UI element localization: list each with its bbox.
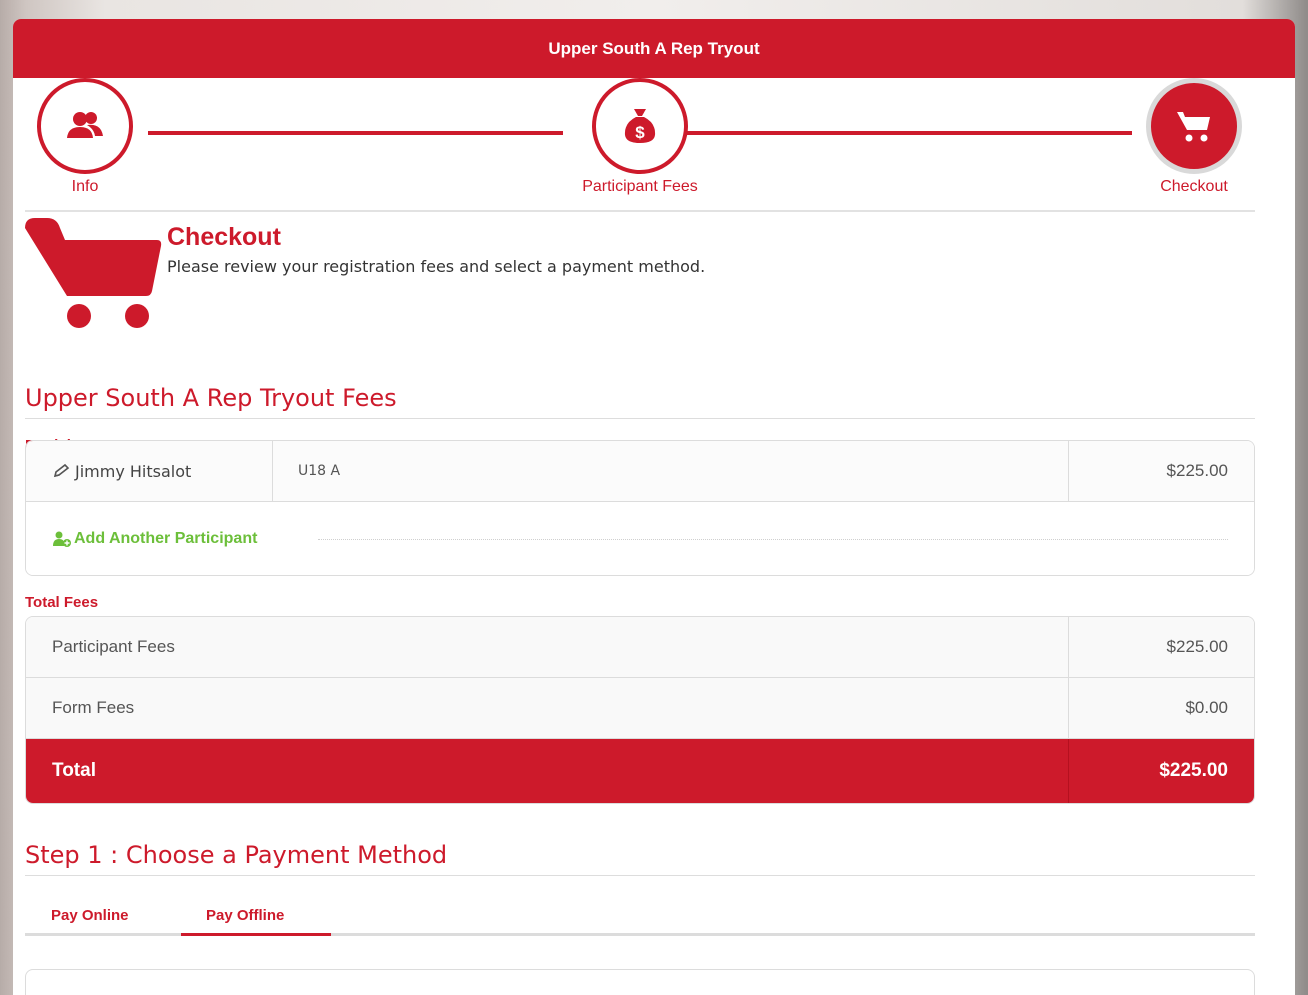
fees-section-title: Upper South A Rep Tryout Fees xyxy=(25,384,397,412)
fee-row-label: Participant Fees xyxy=(52,637,175,656)
table-row: Jimmy Hitsalot U18 A $225.00 xyxy=(26,441,1254,502)
fee-row-label: Form Fees xyxy=(52,698,135,717)
total-row: Total $225.00 xyxy=(26,739,1254,803)
total-fees-label: Total Fees xyxy=(25,594,99,611)
participant-name-cell[interactable]: Jimmy Hitsalot xyxy=(26,441,273,501)
divider xyxy=(25,418,1255,419)
pencil-icon[interactable] xyxy=(52,463,72,479)
total-amount: $225.00 xyxy=(1068,739,1254,803)
users-icon xyxy=(67,112,103,138)
step-checkout-label: Checkout xyxy=(1160,178,1228,195)
add-participant-label: Add Another Participant xyxy=(74,530,258,547)
participant-division: U18 A xyxy=(298,463,341,479)
total-fees-table: Participant Fees $225.00 Form Fees $0.00… xyxy=(25,616,1255,804)
fee-row-amount: $225.00 xyxy=(1068,617,1254,677)
step-checkout-circle[interactable] xyxy=(1146,78,1242,174)
add-participant-row: Add Another Participant xyxy=(26,502,1254,575)
total-label: Total xyxy=(52,760,96,781)
step-info-label: Info xyxy=(71,178,99,195)
progress-stepper: Info $ Participant Fees Checkout xyxy=(25,78,1255,195)
cart-icon xyxy=(1177,112,1210,142)
step-info-circle[interactable] xyxy=(37,78,133,174)
add-participant-link[interactable]: Add Another Participant xyxy=(52,530,257,548)
table-row: Participant Fees $225.00 xyxy=(26,617,1254,678)
card-header: Upper South A Rep Tryout xyxy=(13,19,1295,78)
tab-pay-offline[interactable]: Pay Offline xyxy=(206,907,284,924)
participant-fees-table: Jimmy Hitsalot U18 A $225.00 Add Another… xyxy=(25,440,1255,576)
money-bag-icon: $ xyxy=(624,109,656,143)
cart-icon xyxy=(25,218,165,335)
divider xyxy=(25,875,1255,876)
stepper-connector xyxy=(685,131,1132,135)
divider xyxy=(25,210,1255,212)
checkout-subtitle: Please review your registration fees and… xyxy=(167,257,706,276)
step-participant-fees[interactable]: $ Participant Fees xyxy=(550,78,730,196)
participant-name: Jimmy Hitsalot xyxy=(75,461,192,481)
step-checkout[interactable]: Checkout xyxy=(1142,78,1246,196)
step-info[interactable]: Info xyxy=(37,78,133,196)
add-user-icon xyxy=(53,531,71,547)
step-fees-circle[interactable]: $ xyxy=(592,78,688,174)
participant-amount: $225.00 xyxy=(1068,441,1254,501)
svg-text:$: $ xyxy=(635,123,645,142)
checkout-title: Checkout xyxy=(167,223,281,251)
payment-tabs: Pay Online Pay Offline xyxy=(25,903,1255,936)
dotted-divider xyxy=(318,539,1228,540)
active-tab-indicator xyxy=(181,933,331,936)
step-fees-label: Participant Fees xyxy=(582,178,698,195)
page-title: Upper South A Rep Tryout xyxy=(548,38,760,58)
payment-panel xyxy=(25,969,1255,995)
fee-row-amount: $0.00 xyxy=(1068,678,1254,738)
tab-pay-online[interactable]: Pay Online xyxy=(51,907,129,924)
stepper-connector xyxy=(148,131,563,135)
payment-section-title: Step 1 : Choose a Payment Method xyxy=(25,841,448,869)
table-row: Form Fees $0.00 xyxy=(26,678,1254,739)
